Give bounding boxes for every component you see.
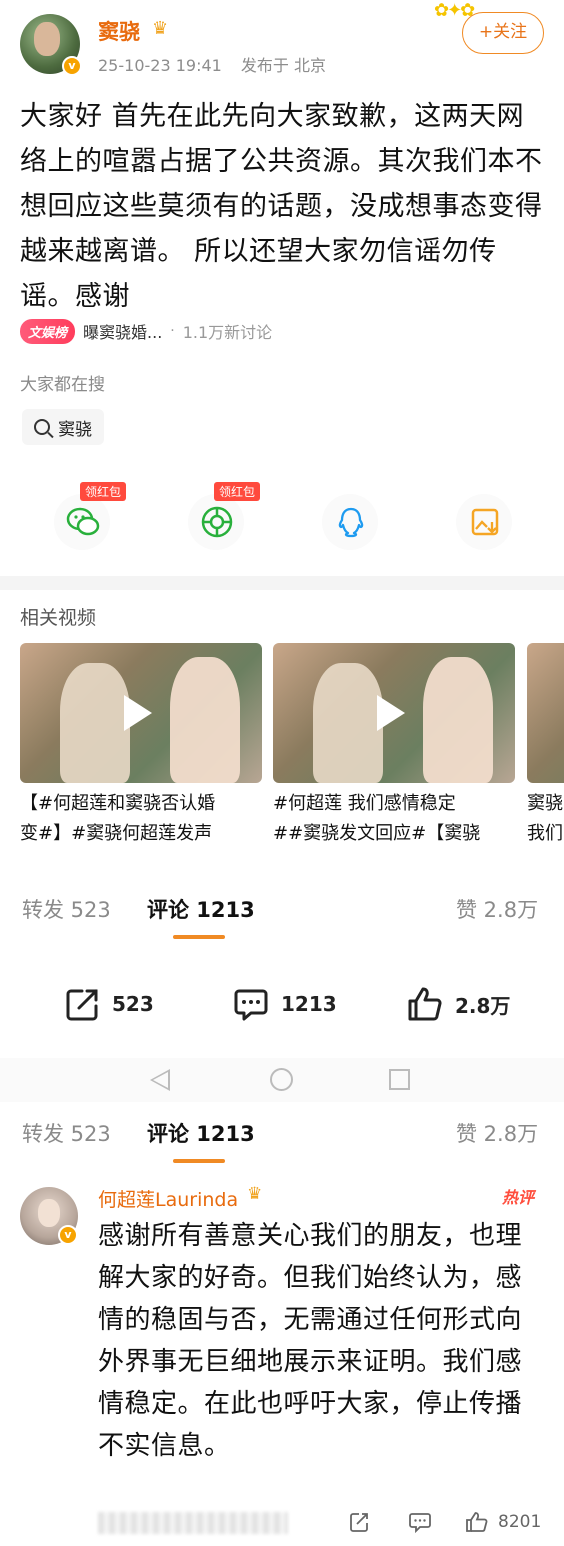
verified-badge-icon: v — [58, 1225, 78, 1245]
save-image-icon — [471, 508, 499, 536]
like-count: 2.8万 — [455, 993, 511, 1018]
repost-count: 523 — [112, 992, 154, 1016]
comment-icon — [234, 989, 268, 1021]
tab-like[interactable]: 赞 2.8万 — [456, 893, 538, 927]
comment-count: 1213 — [281, 992, 337, 1016]
tab-repost[interactable]: 转发 523 — [22, 1117, 111, 1151]
follow-button[interactable]: +关注 — [462, 12, 544, 54]
repost-icon — [350, 1513, 368, 1532]
save-image-button[interactable] — [444, 480, 524, 560]
comment-icon — [409, 1513, 431, 1534]
comment-like-button[interactable]: 8201 — [464, 1508, 541, 1536]
red-packet-badge: 领红包 — [80, 482, 127, 501]
video-card[interactable]: #何超莲 我们感情稳定 ##窦骁发文回应#【窦骁 — [273, 643, 515, 849]
active-tab-indicator — [173, 935, 225, 939]
comment-actions: 8201 — [0, 1506, 564, 1540]
video-thumbnail — [273, 643, 515, 783]
repost-icon — [66, 989, 98, 1021]
crown-icon: ♛ — [247, 1184, 263, 1204]
video-caption-line1: #何超莲 我们感情稳定 — [273, 793, 456, 814]
tab-comment[interactable]: 评论 1213 — [147, 893, 255, 927]
comment-reply-button[interactable] — [407, 1508, 441, 1536]
hot-comment-badge: 热评 — [502, 1188, 535, 1207]
search-chip[interactable]: 窦骁 — [22, 409, 104, 445]
topic-badge: 文娱榜 — [20, 318, 76, 344]
trending-search-label: 大家都在搜 — [20, 375, 105, 395]
post-action-bar: 523 1213 2.8万 — [0, 960, 564, 1050]
tab-comment[interactable]: 评论 1213 — [147, 1117, 255, 1151]
crown-icon: ♛ — [152, 18, 169, 39]
topic-title: 曝窦骁婚... — [83, 323, 163, 342]
red-packet-badge: 领红包 — [214, 482, 261, 501]
share-wechat-button[interactable]: 领红包 — [42, 480, 127, 560]
home-icon[interactable] — [270, 1068, 293, 1091]
repost-button[interactable]: 523 — [62, 984, 154, 1024]
play-icon — [377, 695, 405, 731]
comment-like-count: 8201 — [498, 1512, 542, 1532]
system-nav-bar — [0, 1058, 564, 1102]
commenter-name[interactable]: 何超莲Laurinda — [98, 1185, 238, 1212]
like-button[interactable]: 2.8万 — [405, 984, 510, 1024]
tab-repost[interactable]: 转发 523 — [22, 893, 111, 927]
post-header: v 窦骁 ♛ 25-10-23 19:41 发布于 北京 ✿✦✿ +关注 — [0, 0, 564, 90]
share-qq-button[interactable] — [310, 480, 390, 560]
active-tab-indicator — [173, 1159, 225, 1163]
video-thumbnail — [20, 643, 262, 783]
post-body: 大家好 首先在此先向大家致歉，这两天网络上的喧嚣占据了公共资源。其次我们本不想回… — [20, 101, 543, 312]
search-icon — [34, 419, 50, 435]
share-row: 领红包 领红包 — [0, 480, 564, 560]
video-caption-line2: ##窦骁发文回应#【窦骁 — [273, 823, 481, 844]
post-location: 发布于 北京 — [240, 56, 327, 75]
related-videos-title: 相关视频 — [20, 607, 97, 629]
section-divider — [0, 576, 564, 590]
verified-badge-icon: v — [62, 56, 82, 76]
moments-icon — [201, 506, 233, 538]
video-caption-line1: 【#何超莲和窦骁否认婚 — [20, 793, 216, 814]
post-timestamp: 25-10-23 19:41 — [98, 56, 222, 75]
post-meta: 25-10-23 19:41 发布于 北京 — [98, 52, 326, 76]
topic-link[interactable]: 文娱榜 曝窦骁婚... · 1.1万新讨论 — [20, 316, 272, 346]
share-moments-button[interactable]: 领红包 — [176, 480, 261, 560]
back-icon[interactable] — [150, 1069, 170, 1091]
topic-count: 1.1万新讨论 — [182, 323, 273, 342]
comment-body: 感谢所有善意关心我们的朋友，也理解大家的好奇。但我们始终认为，感情的稳固与否，无… — [98, 1221, 523, 1461]
play-icon — [124, 695, 152, 731]
search-chip-label: 窦骁 — [58, 419, 92, 440]
qq-icon — [338, 507, 364, 538]
video-thumbnail — [527, 643, 564, 783]
post-tabs: 转发 523 评论 1213 赞 2.8万 — [0, 1117, 564, 1167]
thumbs-up-icon — [408, 987, 442, 1021]
recent-apps-icon[interactable] — [389, 1069, 410, 1090]
thumbs-up-icon — [466, 1512, 488, 1532]
wechat-icon — [66, 507, 100, 536]
topic-separator: · — [170, 323, 175, 339]
author-name[interactable]: 窦骁 — [98, 16, 140, 46]
video-card[interactable]: 窦骁 我们 — [527, 643, 564, 849]
video-caption-line2: 我们 — [527, 823, 563, 844]
comment-button[interactable]: 1213 — [231, 984, 337, 1024]
tab-like[interactable]: 赞 2.8万 — [456, 1117, 538, 1151]
video-card[interactable]: 【#何超莲和窦骁否认婚 变#】#窦骁何超莲发声 — [20, 643, 262, 849]
post-tabs: 转发 523 评论 1213 赞 2.8万 — [0, 893, 564, 943]
video-caption-line2: 变#】#窦骁何超莲发声 — [20, 823, 213, 844]
comment-repost-button[interactable] — [347, 1508, 379, 1536]
video-caption-line1: 窦骁 — [527, 793, 563, 814]
